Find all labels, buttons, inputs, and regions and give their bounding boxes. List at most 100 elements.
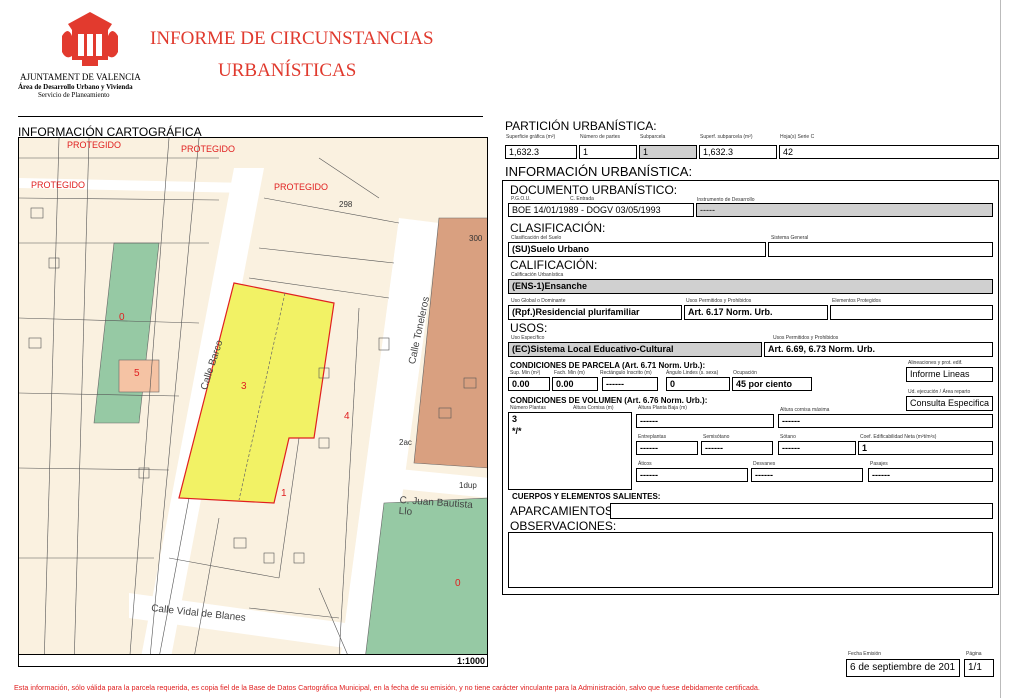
value-angulo: 0 xyxy=(666,377,730,391)
value-fach-min: 0.00 xyxy=(552,377,598,391)
value-aticos: ------ xyxy=(636,468,748,482)
label-alineaciones: Alineaciones y prot. edif. xyxy=(908,360,963,366)
value-superf-subparcela: 1,632.3 xyxy=(699,145,777,159)
value-numero-plantas: 3 xyxy=(512,414,518,424)
volumen-heading: CONDICIONES DE VOLUMEN (Art. 6.76 Norm. … xyxy=(510,396,708,405)
value-hoja: 42 xyxy=(779,145,999,159)
value-sotano: ------ xyxy=(778,441,856,455)
value-uso-global: (Rpf.)Residencial plurifamiliar xyxy=(508,305,682,320)
value-altura-planta-baja: ------ xyxy=(636,414,774,428)
value-numero-partes: 1 xyxy=(579,145,637,159)
label-pgou: P.G.O.U. xyxy=(511,196,531,202)
parcel-number-1: 1 xyxy=(281,488,287,499)
cuerpos-heading: CUERPOS Y ELEMENTOS SALIENTES: xyxy=(512,492,661,501)
value-sup-min: 0.00 xyxy=(508,377,550,391)
clasificacion-heading: CLASIFICACIÓN: xyxy=(510,221,606,235)
scale-label: 1:1000 xyxy=(457,656,486,666)
label-hoja: Hoja(s) Serie C xyxy=(780,134,815,140)
protegido-label-1: PROTEGIDO xyxy=(67,140,122,150)
value-instrumento: ----- xyxy=(696,203,993,217)
label-altura-planta-baja: Altura Planta Baja (m) xyxy=(638,405,687,411)
label-pasajes: Pasajes xyxy=(870,461,888,467)
value-coef-edificabilidad: 1 xyxy=(858,441,993,455)
value-sistema-general xyxy=(768,242,993,257)
value-desvanes: ------ xyxy=(751,468,863,482)
plantas-box xyxy=(508,412,632,490)
label-usos-permitidos-2: Usos Permitidos y Prohibidos xyxy=(773,335,839,341)
cadastral-map[interactable]: PROTEGIDO PROTEGIDO PROTEGIDO PROTEGIDO … xyxy=(18,137,488,667)
value-rectangulo: ------ xyxy=(602,377,658,391)
disclaimer-text: Esta información, sólo válida para la pa… xyxy=(14,683,760,692)
parcel-number-298: 298 xyxy=(339,200,353,209)
parcel-number-0b: 0 xyxy=(455,578,461,589)
page-edge xyxy=(1000,0,1001,698)
parcel-number-1dup: 1dup xyxy=(459,481,477,490)
value-usos-permitidos-2: Art. 6.69, 6.73 Norm. Urb. xyxy=(764,342,993,357)
green-area-right xyxy=(363,497,487,666)
label-usos-permitidos-1: Usos Permitidos y Prohibidos xyxy=(686,298,752,304)
value-entreplantas: ------ xyxy=(636,441,698,455)
parcela-heading: CONDICIONES DE PARCELA (Art. 6.71 Norm. … xyxy=(510,361,706,370)
label-uso-especifico: Uso Específico xyxy=(511,335,545,341)
protegido-label-4: PROTEGIDO xyxy=(31,180,86,190)
label-semisotano: Semisótano xyxy=(703,434,730,440)
label-ud-ejecucion: Ud. ejecución / Área reparto xyxy=(908,389,971,395)
value-elementos-protegidos xyxy=(830,305,993,320)
label-elementos-protegidos: Elementos Protegidos xyxy=(832,298,881,304)
label-entreplantas: Entreplantas xyxy=(638,434,667,440)
scale-bar xyxy=(19,654,487,666)
usos-heading: USOS: xyxy=(510,321,548,335)
value-superficie: 1,632.3 xyxy=(505,145,577,159)
protegido-label-3: PROTEGIDO xyxy=(274,182,329,192)
label-clasificacion-suelo: Clasificación del Suelo xyxy=(511,235,562,241)
label-sup-min: Sup. Min (m²) xyxy=(510,370,541,376)
calificacion-heading: CALIFICACIÓN: xyxy=(510,258,598,272)
label-c-entrada: C. Entrada xyxy=(570,196,594,202)
value-altura-cornisa-maxima: ------ xyxy=(778,414,993,428)
header-rule xyxy=(18,116,483,117)
value-uso-especifico: (EC)Sistema Local Educativo-Cultural xyxy=(508,342,762,357)
value-pagina: 1/1 xyxy=(964,659,994,677)
value-semisotano: ------ xyxy=(701,441,773,455)
observaciones-heading: OBSERVACIONES: xyxy=(510,519,617,533)
aparcamientos-heading: APARCAMIENTOS: xyxy=(510,504,617,518)
label-numero-plantas: Número Plantas xyxy=(510,405,546,411)
parcel-number-300: 300 xyxy=(469,234,483,243)
org-area: Área de Desarrollo Urbano y Vivienda xyxy=(18,83,133,91)
org-service: Servicio de Planeamiento xyxy=(38,91,110,99)
label-superficie: Superficie gráfica (m²) xyxy=(506,134,556,140)
label-calificacion: Calificación Urbanística xyxy=(511,272,564,278)
label-sotano: Sótano xyxy=(780,434,796,440)
label-coef-edificabilidad: Coef. Edificabilidad Neta (m²t/m²s) xyxy=(860,434,937,440)
report-subtitle: URBANÍSTICAS xyxy=(218,60,357,81)
parcel-number-3: 3 xyxy=(241,381,247,392)
value-calificacion: (ENS-1)Ensanche xyxy=(508,279,993,294)
map-drawing xyxy=(19,138,487,666)
value-alineaciones[interactable]: Informe Lineas xyxy=(906,367,993,382)
info-heading: INFORMACIÓN URBANÍSTICA: xyxy=(505,164,693,179)
label-ocupacion: Ocupación xyxy=(733,370,757,376)
label-numero-partes: Número de partes xyxy=(580,134,621,140)
value-ocupacion: 45 por ciento xyxy=(732,377,812,391)
label-subparcela: Subparcela xyxy=(640,134,666,140)
value-ud-ejecucion[interactable]: Consulta Especifica xyxy=(906,396,993,411)
label-uso-global: Uso Global o Dominante xyxy=(511,298,566,304)
aparcamientos-field xyxy=(610,503,993,519)
label-altura-cornisa-maxima: Altura cornisa máxima xyxy=(780,407,830,413)
label-sistema-general: Sistema General xyxy=(771,235,809,241)
value-pgou: BOE 14/01/1989 - DOGV 03/05/1993 xyxy=(508,203,694,217)
documento-heading: DOCUMENTO URBANÍSTICO: xyxy=(510,183,678,197)
label-desvanes: Desvanes xyxy=(753,461,776,467)
particion-heading: PARTICIÓN URBANÍSTICA: xyxy=(505,119,657,133)
label-altura-cornisa: Altura Cornisa (m) xyxy=(573,405,614,411)
label-aticos: Áticos xyxy=(638,461,652,467)
label-superf-subparcela: Superf. subparcela (m²) xyxy=(700,134,753,140)
observaciones-field xyxy=(508,532,993,588)
parcel-number-5: 5 xyxy=(134,368,140,379)
label-pagina: Página xyxy=(966,651,982,657)
parcel-number-1ac: 2ac xyxy=(399,438,412,447)
label-angulo: Ángulo Lindes (s. sexa) xyxy=(666,370,719,376)
value-clasificacion-suelo: (SU)Suelo Urbano xyxy=(508,242,766,257)
value-fecha-emision: 6 de septiembre de 201 xyxy=(846,659,960,677)
parcel-number-0: 0 xyxy=(119,312,125,323)
